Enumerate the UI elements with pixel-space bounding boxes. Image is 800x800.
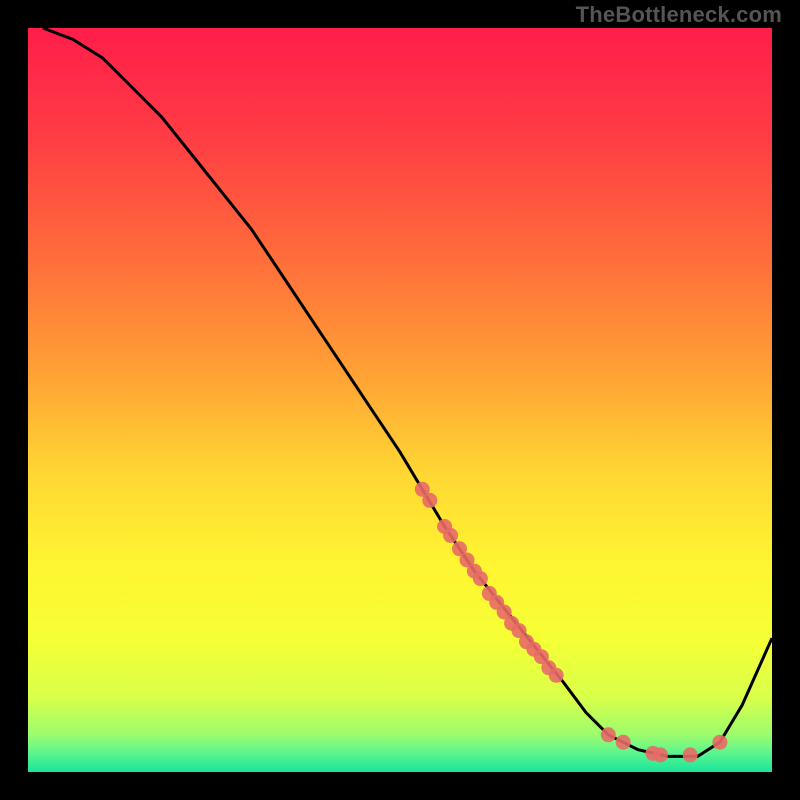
- gradient-background: [28, 28, 772, 772]
- attribution-label: TheBottleneck.com: [576, 2, 782, 28]
- chart-frame: TheBottleneck.com: [0, 0, 800, 800]
- data-marker: [683, 747, 698, 762]
- chart-svg: [28, 28, 772, 772]
- plot-area: [28, 28, 772, 772]
- data-marker: [616, 735, 631, 750]
- data-marker: [712, 735, 727, 750]
- data-marker: [422, 493, 437, 508]
- data-marker: [601, 727, 616, 742]
- data-marker: [653, 747, 668, 762]
- data-marker: [473, 571, 488, 586]
- data-marker: [549, 668, 564, 683]
- data-marker: [443, 528, 458, 543]
